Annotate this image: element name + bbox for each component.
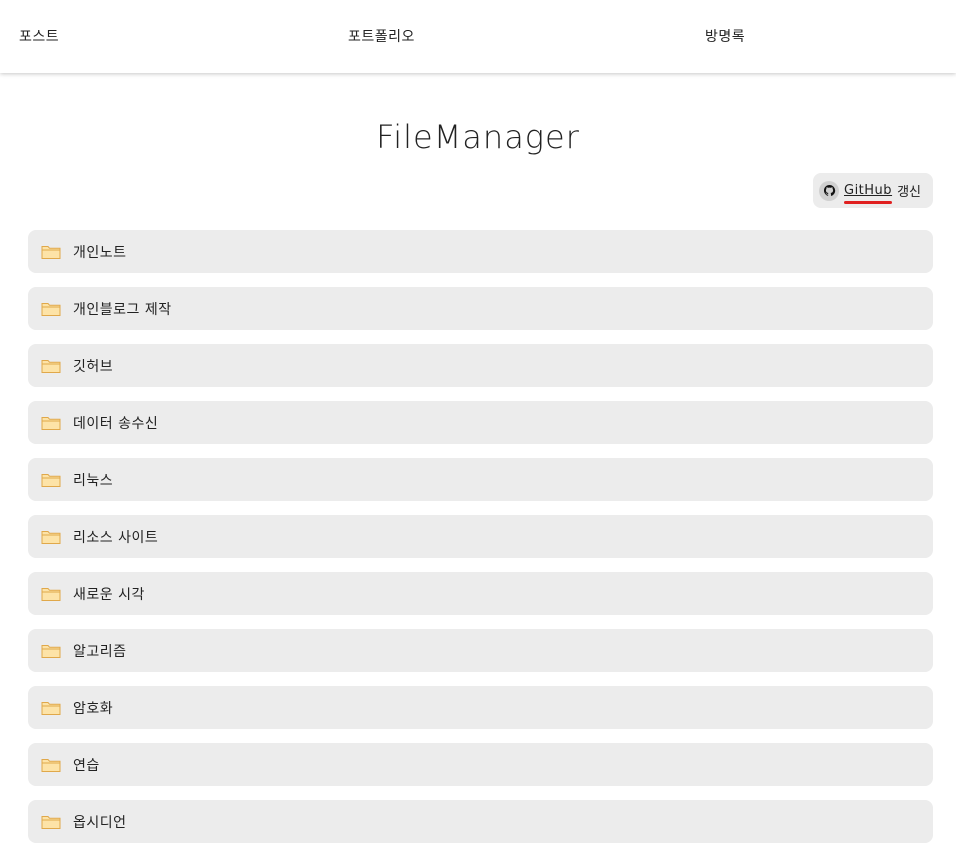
- folder-item-obsidian[interactable]: 옵시디언: [28, 800, 933, 843]
- folder-icon: [41, 359, 61, 373]
- folder-item-practice[interactable]: 연습: [28, 743, 933, 786]
- folder-name: 리소스 사이트: [73, 529, 159, 546]
- folder-name: 개인블로그 제작: [73, 301, 172, 318]
- folder-name: 깃허브: [73, 358, 114, 375]
- folder-name: 새로운 시각: [73, 586, 145, 603]
- folder-item-algorithms[interactable]: 알고리즘: [28, 629, 933, 672]
- folder-item-new-perspective[interactable]: 새로운 시각: [28, 572, 933, 615]
- folder-item-linux[interactable]: 리눅스: [28, 458, 933, 501]
- folder-name: 리눅스: [73, 472, 114, 489]
- folder-item-personal-notes[interactable]: 개인노트: [28, 230, 933, 273]
- folder-icon: [41, 530, 61, 544]
- nav-item-posts[interactable]: 포스트: [19, 26, 59, 46]
- github-refresh-button[interactable]: GitHub 갱신: [813, 173, 933, 208]
- folder-icon: [41, 473, 61, 487]
- folder-icon: [41, 815, 61, 829]
- page-title: FileManager: [376, 118, 580, 156]
- folder-name: 데이터 송수신: [73, 415, 159, 432]
- folder-icon: [41, 644, 61, 658]
- folder-icon: [41, 245, 61, 259]
- folder-icon: [41, 416, 61, 430]
- folder-name: 연습: [73, 757, 100, 774]
- folder-name: 옵시디언: [73, 814, 127, 831]
- folder-item-encryption[interactable]: 암호화: [28, 686, 933, 729]
- folder-list: 개인노트 개인블로그 제작 깃허브 데이터 송수신 리눅스 리소스 사이트 새로…: [28, 230, 933, 857]
- github-refresh-label: 갱신: [897, 185, 921, 200]
- folder-item-blog-building[interactable]: 개인블로그 제작: [28, 287, 933, 330]
- folder-icon: [41, 587, 61, 601]
- nav-item-portfolio[interactable]: 포트폴리오: [348, 26, 415, 46]
- github-link[interactable]: GitHub: [844, 183, 893, 204]
- folder-item-data-transfer[interactable]: 데이터 송수신: [28, 401, 933, 444]
- folder-icon: [41, 758, 61, 772]
- folder-name: 암호화: [73, 700, 114, 717]
- folder-item-github[interactable]: 깃허브: [28, 344, 933, 387]
- folder-icon: [41, 701, 61, 715]
- folder-item-resource-sites[interactable]: 리소스 사이트: [28, 515, 933, 558]
- folder-name: 알고리즘: [73, 643, 127, 660]
- github-icon: [819, 180, 839, 201]
- nav-item-guestbook[interactable]: 방명록: [705, 26, 745, 46]
- top-navigation: 포스트 포트폴리오 방명록: [0, 0, 956, 73]
- folder-name: 개인노트: [73, 244, 127, 261]
- folder-icon: [41, 302, 61, 316]
